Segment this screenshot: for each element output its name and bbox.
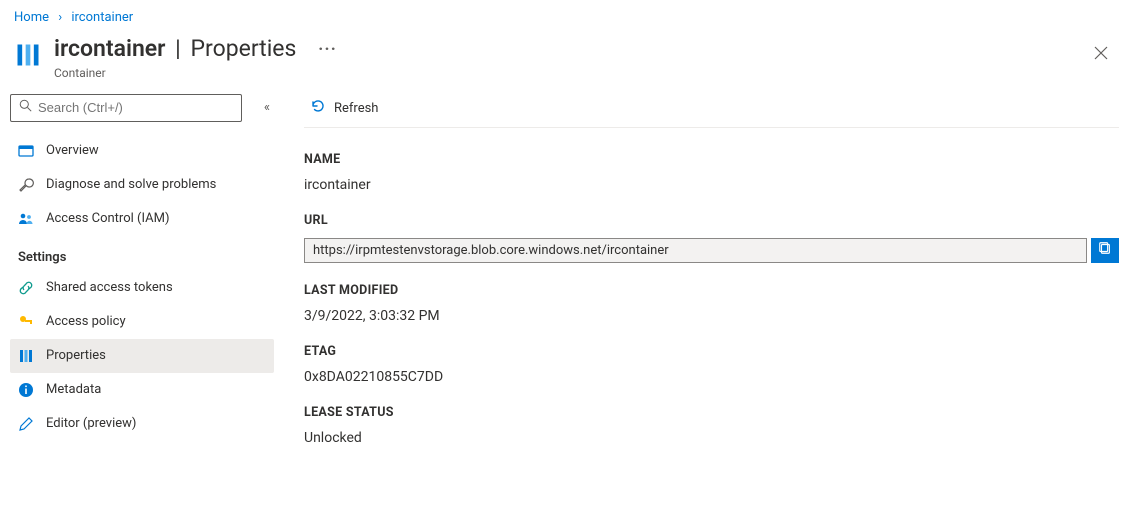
sidebar-item-label: Metadata xyxy=(46,382,101,397)
copy-button[interactable] xyxy=(1091,238,1119,263)
more-icon[interactable]: ··· xyxy=(318,39,337,60)
chevron-right-icon: › xyxy=(58,10,62,25)
collapse-sidebar-button[interactable]: « xyxy=(260,96,274,119)
sidebar-item-label: Editor (preview) xyxy=(46,416,136,431)
sidebar-item-label: Access policy xyxy=(46,314,126,329)
prop-modified-label: LAST MODIFIED xyxy=(304,283,1119,298)
sidebar-item-access-policy[interactable]: Access policy xyxy=(10,305,274,339)
sidebar-item-editor[interactable]: Editor (preview) xyxy=(10,407,274,441)
sidebar-item-iam[interactable]: Access Control (IAM) xyxy=(10,202,274,236)
bars-icon xyxy=(18,348,34,364)
sidebar: « Overview Diagnose and solve problems A… xyxy=(0,90,278,466)
search-icon xyxy=(19,99,32,116)
people-icon xyxy=(18,211,34,227)
wrench-icon xyxy=(18,177,34,193)
sidebar-item-label: Overview xyxy=(46,143,99,158)
search-input[interactable] xyxy=(38,100,233,115)
copy-icon xyxy=(1098,241,1112,259)
sidebar-item-label: Access Control (IAM) xyxy=(46,211,169,226)
prop-modified-value: 3/9/2022, 3:03:32 PM xyxy=(304,308,1119,324)
sidebar-item-properties[interactable]: Properties xyxy=(10,339,274,373)
toolbar: Refresh xyxy=(304,90,1119,128)
sidebar-item-sas[interactable]: Shared access tokens xyxy=(10,271,274,305)
main-pane: Refresh NAME ircontainer URL https://irp… xyxy=(278,90,1129,466)
prop-lease-label: LEASE STATUS xyxy=(304,405,1119,420)
resource-type: Container xyxy=(54,66,1115,80)
section-name: Properties xyxy=(191,35,297,62)
link-icon xyxy=(18,280,34,296)
refresh-button[interactable]: Refresh xyxy=(304,94,384,122)
prop-etag-label: ETAG xyxy=(304,344,1119,359)
prop-name-label: NAME xyxy=(304,152,1119,167)
prop-lease-value: Unlocked xyxy=(304,430,1119,446)
sidebar-item-label: Shared access tokens xyxy=(46,280,173,295)
prop-url-label: URL xyxy=(304,213,1119,228)
sidebar-group-settings: Settings xyxy=(10,236,278,271)
prop-url-value[interactable]: https://irpmtestenvstorage.blob.core.win… xyxy=(304,238,1087,263)
prop-name-value: ircontainer xyxy=(304,177,1119,193)
breadcrumb-home[interactable]: Home xyxy=(14,10,49,25)
page-title: ircontainer | Properties ··· xyxy=(54,35,1115,64)
sidebar-item-diagnose[interactable]: Diagnose and solve problems xyxy=(10,168,274,202)
prop-etag-value: 0x8DA02210855C7DD xyxy=(304,369,1119,385)
key-icon xyxy=(18,314,34,330)
pencil-icon xyxy=(18,416,34,432)
container-icon xyxy=(14,41,42,69)
refresh-icon xyxy=(310,98,326,118)
resource-name: ircontainer xyxy=(54,35,165,62)
breadcrumb-item[interactable]: ircontainer xyxy=(71,10,133,25)
sidebar-item-label: Properties xyxy=(46,348,106,363)
overview-icon xyxy=(18,143,34,159)
close-button[interactable] xyxy=(1089,41,1113,65)
refresh-label: Refresh xyxy=(334,101,378,116)
sidebar-item-label: Diagnose and solve problems xyxy=(46,177,216,192)
info-icon xyxy=(18,382,34,398)
sidebar-item-metadata[interactable]: Metadata xyxy=(10,373,274,407)
breadcrumb: Home › ircontainer xyxy=(0,0,1129,31)
blade-header: ircontainer | Properties ··· Container xyxy=(0,31,1129,90)
search-input-wrapper[interactable] xyxy=(10,94,242,122)
sidebar-item-overview[interactable]: Overview xyxy=(10,134,274,168)
